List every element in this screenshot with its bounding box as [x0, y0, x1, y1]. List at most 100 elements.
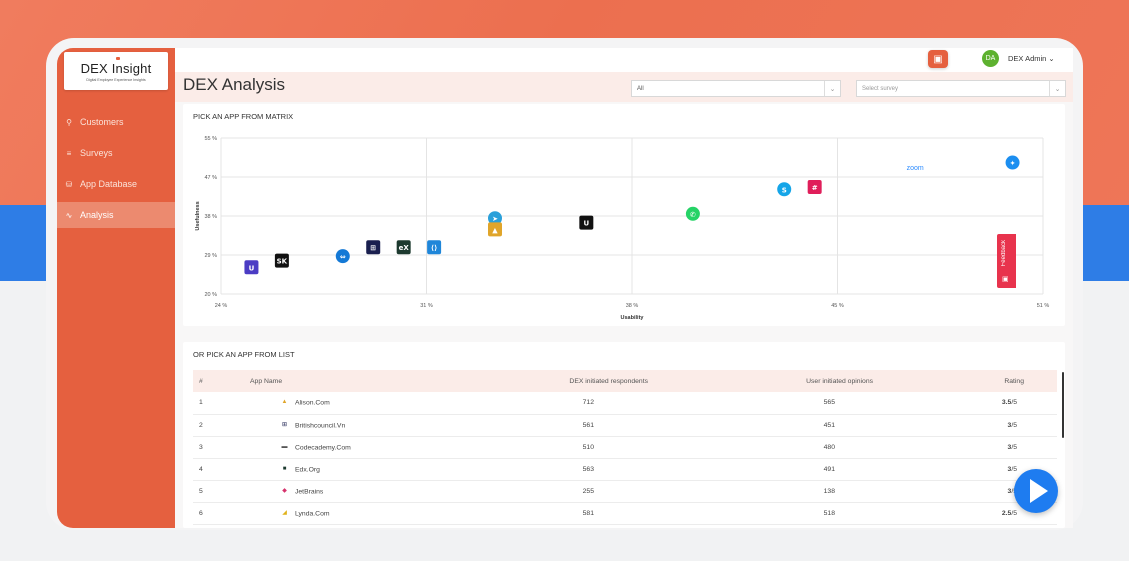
row-app-name: ◆ JetBrains — [223, 480, 393, 503]
table-row[interactable]: 3 ▬ Codecademy.Com 510 480 3/5 — [193, 436, 1057, 459]
row-dex-respondents: 510 — [393, 436, 678, 459]
safari-icon-glyph: ✦ — [1010, 160, 1016, 168]
sidebar-item-analysis[interactable]: ∿ Analysis — [57, 202, 175, 228]
row-rating: 3/5 — [903, 414, 1057, 437]
rating-scale: /5 — [1011, 399, 1017, 407]
row-app-name: ▬ Codecademy.Com — [223, 436, 393, 459]
teamviewer-icon-glyph: ⇔ — [340, 253, 346, 261]
sidebar-item-customers[interactable]: ⚲ Customers — [57, 109, 175, 135]
table-header-row: # App Name DEX initiated respondents Use… — [193, 370, 1057, 392]
feedback-tab[interactable]: Feedback ▣ — [997, 234, 1016, 288]
survey-select-placeholder: Select survey — [862, 85, 899, 92]
video-camera-button[interactable]: ▣ — [928, 50, 948, 68]
table-row[interactable]: 2 ⊞ Britishcouncil.Vn 561 451 3/5 — [193, 414, 1057, 437]
zoom-icon[interactable]: zoom — [907, 165, 924, 172]
x-tick-label: 31 % — [420, 303, 433, 309]
britishcouncil-icon: ⊞ — [281, 421, 288, 428]
logo-mark-icon — [116, 57, 120, 60]
user-menu[interactable]: DEX Admin ⌄ — [1008, 54, 1055, 63]
logo-subtitle: Digital Employee Experience Insights — [86, 78, 146, 82]
col-dex-respondents: DEX initiated respondents — [393, 370, 678, 392]
row-num: 6 — [193, 502, 223, 525]
play-video-button[interactable] — [1014, 469, 1058, 513]
vscode-icon-glyph: ⟨⟩ — [431, 244, 437, 252]
alison-icon: ▲ — [281, 399, 288, 406]
survey-select[interactable]: Select survey ⌄ — [856, 80, 1066, 97]
topbar: ▣ DA DEX Admin ⌄ — [175, 48, 1073, 72]
app-window: DEX Insight Digital Employee Experience … — [57, 48, 1073, 528]
sidebar-item-label: Customers — [80, 117, 124, 127]
table-body: 1 ▲ Alison.Com 712 565 3.5/5 2 ⊞ Britishcouncil.… — [193, 392, 1057, 525]
sidebar-item-label: Surveys — [80, 148, 113, 158]
col-app-name: App Name — [223, 370, 393, 392]
page-title: DEX Analysis — [183, 75, 286, 94]
matrix-panel: PICK AN APP FROM MATRIX 55 % 47 % 38 % 29 %… — [183, 104, 1065, 326]
skillshare-icon-glyph: SK — [277, 258, 288, 266]
row-app-label: JetBrains — [295, 487, 324, 495]
row-user-opinions: 480 — [678, 436, 903, 459]
main-content: ▣ DA DEX Admin ⌄ DEX Analysis All ⌄ Sele… — [175, 48, 1073, 528]
x-tick-label: 38 % — [626, 303, 639, 309]
codecademy-icon: ▬ — [281, 443, 288, 450]
col-rating: Rating — [903, 370, 1057, 392]
edx-icon-glyph: eX — [399, 244, 410, 252]
col-user-opinions: User initiated opinions — [678, 370, 903, 392]
y-tick-label: 38 % — [204, 214, 217, 220]
chevron-down-icon: ⌄ — [824, 81, 840, 96]
x-axis-label: Usability — [621, 315, 645, 321]
row-user-opinions: 491 — [678, 458, 903, 481]
table-row[interactable]: 4 ■ Edx.Org 563 491 3/5 — [193, 458, 1057, 481]
rating-value: 2.5 — [1001, 509, 1012, 517]
rating-scale: /5 — [1011, 465, 1017, 473]
app-filter-value: All — [637, 85, 644, 92]
telegram-icon-glyph: ➤ — [492, 215, 498, 223]
row-user-opinions: 565 — [678, 392, 903, 415]
logo[interactable]: DEX Insight Digital Employee Experience … — [64, 52, 168, 90]
sidebar-item-surveys[interactable]: ≡ Surveys — [57, 140, 175, 166]
y-tick-label: 29 % — [204, 253, 217, 259]
row-num: 1 — [193, 392, 223, 415]
rating-scale: /5 — [1011, 421, 1017, 429]
y-axis-label: Usefulness — [195, 201, 201, 230]
table-scrollbar[interactable] — [1062, 372, 1064, 438]
x-tick-label: 45 % — [831, 303, 844, 309]
edx-icon: ■ — [282, 465, 287, 472]
avatar[interactable]: DA — [982, 50, 999, 67]
feedback-label: Feedback — [1001, 240, 1007, 267]
table-row[interactable]: 6 ◢ Lynda.Com 581 518 2.5/5 — [193, 502, 1057, 525]
table-row[interactable]: 5◆JetBrains2551383/5 — [193, 480, 1057, 503]
app-filter-select[interactable]: All ⌄ — [631, 80, 841, 97]
row-rating: 3.5/5 — [903, 392, 1057, 415]
row-num: 2 — [193, 414, 223, 437]
rating-scale: /5 — [1011, 443, 1017, 451]
col-num: # — [193, 370, 223, 392]
x-tick-label: 24 % — [215, 303, 228, 309]
y-tick-label: 20 % — [204, 292, 217, 298]
database-icon: ⛁ — [65, 179, 73, 189]
row-user-opinions: 451 — [678, 414, 903, 437]
row-num: 5 — [193, 480, 223, 503]
row-app-name: ■ Edx.Org — [223, 458, 393, 481]
row-app-label: Edx.Org — [295, 465, 320, 473]
sidebar-item-app-database[interactable]: ⛁ App Database — [57, 171, 175, 197]
row-rating: 3/5 — [903, 436, 1057, 459]
row-dex-respondents: 581 — [393, 502, 678, 525]
sidebar: DEX Insight Digital Employee Experience … — [57, 48, 175, 528]
row-dex-respondents: 563 — [393, 458, 678, 481]
logo-title: DEX Insight — [80, 61, 152, 76]
row-app-label: Britishcouncil.Vn — [295, 421, 346, 429]
row-dex-respondents: 712 — [393, 392, 678, 415]
britishcouncil-icon-glyph: ⊞ — [370, 244, 376, 252]
table-row[interactable]: 1 ▲ Alison.Com 712 565 3.5/5 — [193, 392, 1057, 415]
alison-icon-glyph: ▲ — [492, 226, 498, 234]
activity-icon: ∿ — [65, 210, 73, 220]
matrix-chart: 55 % 47 % 38 % 29 % 20 % 24 % 31 % 38 % 45 % 51 %… — [195, 136, 1049, 321]
row-user-opinions: 138 — [678, 480, 903, 503]
whatsapp-icon-glyph: ✆ — [690, 211, 696, 219]
skype-icon-glyph: S — [782, 186, 787, 194]
list-panel: OR PICK AN APP FROM LIST # App Name DEX … — [183, 342, 1065, 528]
y-tick-label: 55 % — [204, 136, 217, 142]
person-icon: ⚲ — [66, 117, 72, 127]
chevron-down-icon: ⌄ — [1049, 81, 1065, 96]
list-icon: ≡ — [66, 148, 72, 158]
